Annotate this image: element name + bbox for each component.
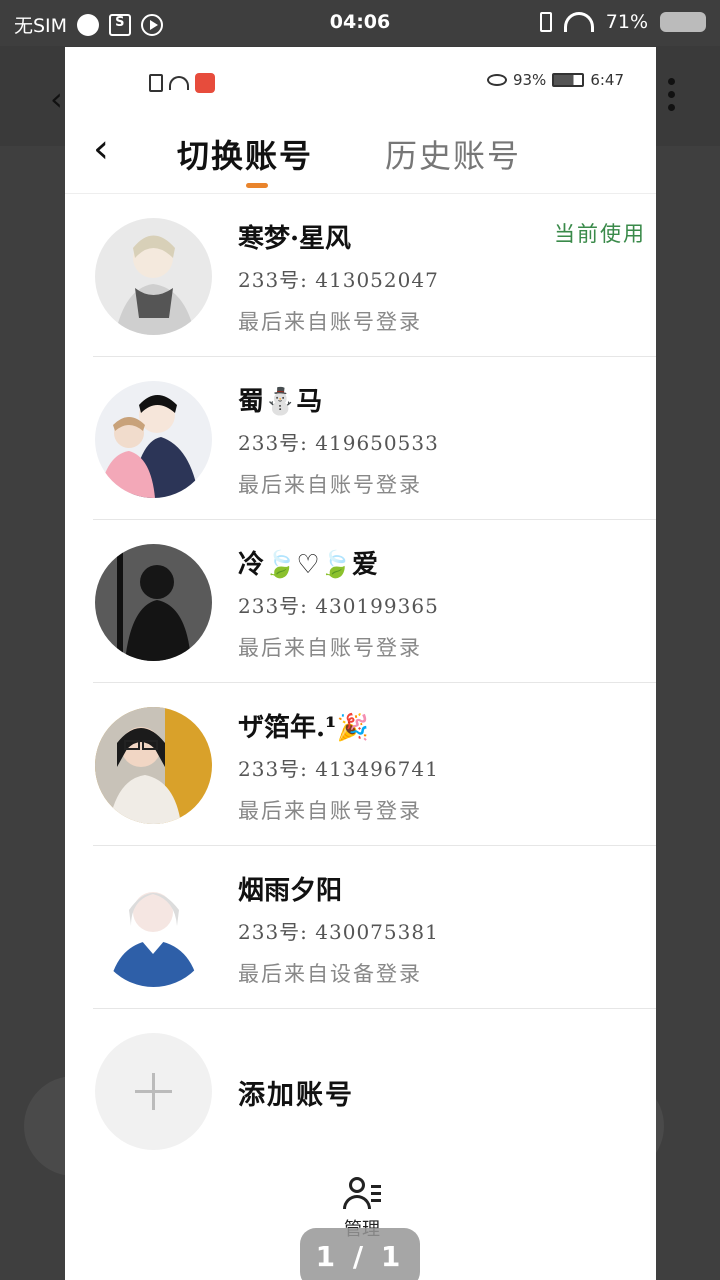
eye-icon (486, 74, 507, 86)
alert-icon (149, 74, 163, 92)
battery-text: 71% (605, 11, 648, 33)
tab-indicator (246, 183, 268, 188)
account-row[interactable]: 寒梦·星风 当前使用 233号: 413052047 最后来自账号登录 (93, 194, 656, 357)
account-name: 冷🍃♡🍃爱 (238, 550, 379, 580)
account-id: 233号: 430199365 (238, 594, 439, 618)
account-name: 寒梦·星风 (238, 224, 352, 254)
manage-accounts-icon (343, 1175, 381, 1213)
eye-percent: 93% (512, 71, 547, 89)
account-row[interactable]: ザ箔年.¹🎉 233号: 413496741 最后来自账号登录 (93, 683, 656, 846)
login-source: 最后来自账号登录 (238, 310, 422, 334)
avatar (95, 707, 212, 824)
battery-icon (660, 12, 706, 32)
background-back-icon: ‹ (50, 80, 63, 118)
current-use-badge: 当前使用 (554, 222, 646, 246)
account-row[interactable]: 烟雨夕阳 233号: 430075381 最后来自设备登录 (93, 846, 656, 1009)
account-id: 233号: 413496741 (238, 757, 439, 781)
account-id: 233号: 413052047 (238, 268, 439, 292)
account-row[interactable]: 蜀⛄马 233号: 419650533 最后来自账号登录 (93, 357, 656, 520)
inner-battery-icon (552, 73, 585, 87)
tab-history-account[interactable]: 历史账号 (385, 131, 521, 177)
status-right: 71% (539, 11, 706, 33)
account-name: 烟雨夕阳 (238, 876, 343, 906)
account-header: ‹ 切换账号 历史账号 (65, 117, 656, 193)
account-id: 233号: 419650533 (238, 431, 439, 455)
back-icon[interactable]: ‹ (93, 129, 109, 169)
page-indicator: 1 / 1 (300, 1228, 420, 1280)
inner-wifi-icon (169, 76, 189, 90)
inner-status-right: 93% 6:47 (486, 71, 624, 89)
avatar (95, 544, 212, 661)
account-name: ザ箔年.¹🎉 (238, 713, 369, 743)
add-account-row[interactable]: 添加账号 (93, 1009, 656, 1169)
account-id: 233号: 430075381 (238, 920, 439, 944)
wifi-icon (563, 12, 594, 32)
device-status-bar: 无SIM 04:06 71% (0, 0, 720, 46)
inner-status-bar: 93% 6:47 (65, 47, 656, 117)
inner-time: 6:47 (590, 71, 624, 89)
login-source: 最后来自账号登录 (238, 473, 422, 497)
vibrate-icon (539, 12, 552, 32)
tab-switch-account[interactable]: 切换账号 (177, 131, 313, 177)
avatar (95, 381, 212, 498)
avatar (95, 218, 212, 335)
account-list: 寒梦·星风 当前使用 233号: 413052047 最后来自账号登录 蜀⛄马 … (65, 194, 656, 1169)
avatar (95, 870, 212, 987)
login-source: 最后来自设备登录 (238, 962, 422, 986)
account-row[interactable]: 冷🍃♡🍃爱 233号: 430199365 最后来自账号登录 (93, 520, 656, 683)
account-name: 蜀⛄马 (238, 387, 323, 417)
background-more-icon (668, 78, 678, 117)
add-icon[interactable] (95, 1033, 212, 1150)
red-app-icon (195, 73, 215, 93)
add-account-label: 添加账号 (238, 1080, 354, 1111)
inner-status-left (149, 73, 215, 93)
login-source: 最后来自账号登录 (238, 636, 422, 660)
login-source: 最后来自账号登录 (238, 799, 422, 823)
image-viewer-panel: 93% 6:47 ‹ 切换账号 历史账号 寒梦·星风 当前使用 233号: 41… (65, 47, 656, 1280)
